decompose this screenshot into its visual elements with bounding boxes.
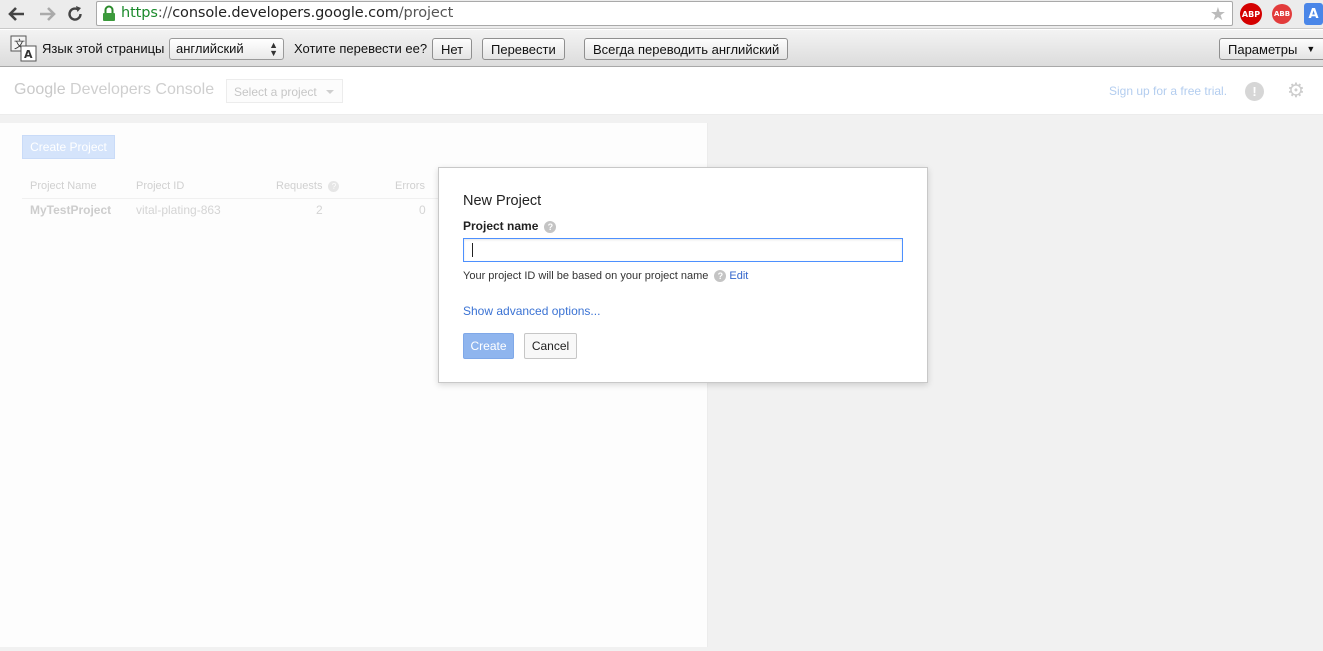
project-id-hint-text: Your project ID will be based on your pr…: [463, 270, 709, 282]
table-cell-project-id: vital-plating-863: [136, 203, 221, 217]
translate-question: Хотите перевести ее?: [294, 41, 428, 56]
svg-text:A: A: [24, 48, 33, 61]
caret-down-icon: [326, 90, 334, 94]
table-cell-requests: 2: [316, 203, 323, 217]
translate-extension-icon[interactable]: A: [1304, 3, 1323, 25]
edit-project-id-link[interactable]: Edit: [729, 270, 748, 282]
options-button[interactable]: Параметры ▼: [1219, 38, 1323, 60]
always-translate-button[interactable]: Всегда переводить английский: [584, 38, 789, 60]
app-header: Google Developers Console Select a proje…: [0, 67, 1323, 115]
table-cell-errors: 0: [419, 203, 426, 217]
project-name-input[interactable]: [463, 238, 903, 262]
col-project-id: Project ID: [136, 180, 185, 192]
col-errors: Errors: [395, 180, 425, 192]
logo-google: Google: [14, 81, 66, 98]
url-host: console.developers.google.com: [172, 5, 399, 21]
address-bar[interactable]: https://console.developers.google.com/pr…: [96, 1, 1233, 26]
create-button[interactable]: Create: [463, 333, 514, 359]
col-requests: Requests?: [276, 180, 340, 192]
developers-console-logo[interactable]: Google Developers Console: [14, 81, 214, 99]
free-trial-link[interactable]: Sign up for a free trial.: [1109, 84, 1227, 98]
url-separator: ://: [157, 5, 173, 21]
logo-product: Developers Console: [70, 81, 215, 98]
dropdown-arrow-icon: ▼: [1306, 44, 1316, 54]
reload-icon: [68, 6, 82, 21]
project-selector-label: Select a project: [234, 85, 317, 99]
translate-icon: 文 A: [10, 35, 37, 62]
adblock-plus-icon[interactable]: ABP: [1240, 3, 1262, 25]
help-icon[interactable]: ?: [328, 180, 340, 192]
help-icon[interactable]: ?: [714, 270, 727, 283]
back-arrow-icon: [8, 7, 24, 21]
url-scheme: https: [121, 5, 158, 21]
url-path: /project: [398, 5, 454, 21]
language-select-value: английский: [176, 41, 244, 56]
lock-icon: [103, 5, 115, 21]
select-arrows-icon: ▲ ▼: [269, 40, 278, 58]
language-select[interactable]: английский ▲ ▼: [169, 38, 284, 60]
project-name-label-text: Project name: [463, 219, 539, 233]
options-button-label: Параметры: [1228, 41, 1298, 57]
cancel-button[interactable]: Cancel: [524, 333, 577, 359]
create-project-button[interactable]: Create Project: [22, 135, 115, 159]
feedback-icon[interactable]: !: [1245, 82, 1264, 101]
new-project-dialog: New Project Project name? Your project I…: [438, 167, 928, 383]
url-text: https://console.developers.google.com/pr…: [121, 5, 453, 21]
gear-icon[interactable]: ⚙: [1287, 81, 1305, 101]
help-icon[interactable]: ?: [544, 220, 557, 233]
col-requests-label: Requests: [276, 180, 323, 192]
reload-button[interactable]: [64, 3, 86, 25]
translate-button[interactable]: Перевести: [482, 38, 565, 60]
forward-arrow-icon: [40, 7, 56, 21]
bookmark-star-icon[interactable]: ★: [1210, 4, 1226, 24]
project-selector[interactable]: Select a project: [226, 79, 343, 103]
browser-toolbar: https://console.developers.google.com/pr…: [0, 0, 1323, 29]
page-language-label: Язык этой страницы: [42, 41, 165, 56]
translate-infobar: 文 A Язык этой страницы английский ▲ ▼ Хот…: [0, 30, 1323, 67]
project-id-hint: Your project ID will be based on your pr…: [463, 270, 748, 283]
table-divider: [22, 198, 442, 199]
text-cursor: [472, 243, 473, 257]
project-name-label: Project name?: [463, 219, 557, 233]
table-cell-project-name[interactable]: MyTestProject: [30, 203, 111, 217]
back-button[interactable]: [6, 3, 28, 25]
forward-button[interactable]: [36, 3, 58, 25]
no-button[interactable]: Нет: [432, 38, 473, 60]
dialog-title: New Project: [463, 193, 542, 209]
adblock-icon[interactable]: ABB: [1272, 4, 1292, 24]
show-advanced-options-link[interactable]: Show advanced options...: [463, 304, 600, 318]
col-project-name: Project Name: [30, 180, 97, 192]
